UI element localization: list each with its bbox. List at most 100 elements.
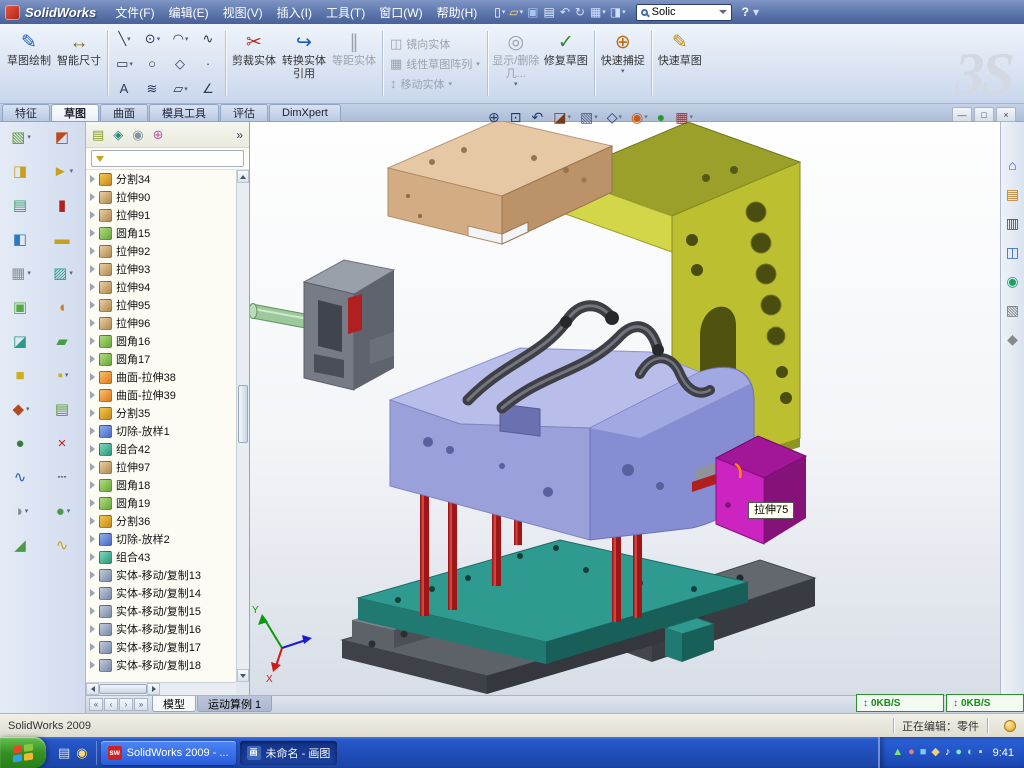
expand-arrow-icon[interactable] bbox=[90, 571, 95, 579]
view-tool-icon[interactable]: ⊕ bbox=[488, 110, 501, 124]
titlebar-tool-icon[interactable]: ↶ bbox=[560, 6, 571, 18]
expand-arrow-icon[interactable] bbox=[90, 499, 95, 507]
tree-manager-tab-icon[interactable]: ⊕ bbox=[153, 128, 164, 141]
minimize-button[interactable]: — bbox=[952, 107, 972, 122]
tab-nav-button[interactable]: ‹ bbox=[104, 698, 118, 711]
expand-arrow-icon[interactable] bbox=[90, 211, 95, 219]
toolbar-button[interactable]: ✎ 草图绘制 bbox=[4, 26, 54, 101]
menu-item[interactable]: 编辑(E) bbox=[162, 0, 216, 24]
quick-launch-icon[interactable]: ▤ bbox=[58, 746, 70, 759]
expand-arrow-icon[interactable] bbox=[90, 355, 95, 363]
toolbar-button[interactable]: ◎ 显示/删除几... ▾ bbox=[491, 26, 541, 101]
expand-arrow-icon[interactable] bbox=[90, 463, 95, 471]
feature-tool-icon[interactable]: ▤ bbox=[13, 198, 29, 213]
model-slide-gray[interactable] bbox=[250, 260, 394, 390]
expand-arrow-icon[interactable] bbox=[90, 301, 95, 309]
expand-arrow-icon[interactable] bbox=[90, 319, 95, 327]
sketch-tool-icon[interactable]: A bbox=[111, 77, 138, 101]
feature-tool-icon[interactable]: ∿ bbox=[14, 470, 29, 485]
toolbar-button[interactable]: ▦ 线性草图阵列 ▾ bbox=[386, 56, 484, 72]
tree-row[interactable]: 实体-移动/复制17 bbox=[86, 638, 236, 656]
net-speed-widget[interactable]: ↕ 0KB/S bbox=[946, 694, 1024, 712]
start-button[interactable] bbox=[0, 737, 46, 768]
task-pane-icon[interactable]: ◆ bbox=[1007, 332, 1018, 346]
tree-manager-tab-icon[interactable]: ◈ bbox=[113, 128, 123, 141]
expand-arrow-icon[interactable] bbox=[90, 535, 95, 543]
ribbon-tab[interactable]: 曲面 bbox=[100, 104, 148, 121]
feature-tool-icon[interactable]: ◪ bbox=[13, 334, 29, 349]
menu-item[interactable]: 帮助(H) bbox=[430, 0, 485, 24]
tree-row[interactable]: 拉伸93 bbox=[86, 260, 236, 278]
sketch-tool-icon[interactable]: ▱ ▾ bbox=[167, 77, 194, 101]
tree-filter-input[interactable] bbox=[91, 150, 244, 167]
titlebar-tool-icon[interactable]: ↻ bbox=[575, 6, 586, 18]
toolbar-button[interactable]: ↕ 移动实体 ▾ bbox=[386, 76, 484, 92]
view-tool-icon[interactable]: ↶ bbox=[531, 110, 544, 124]
taskbar-task-button[interactable]: 画 未命名 - 画图 bbox=[240, 741, 338, 765]
menu-item[interactable]: 文件(F) bbox=[108, 0, 161, 24]
tree-row[interactable]: 分割35 bbox=[86, 404, 236, 422]
expand-arrow-icon[interactable] bbox=[90, 643, 95, 651]
quick-launch-icon[interactable]: ◉ bbox=[76, 746, 87, 759]
menu-item[interactable]: 工具(T) bbox=[319, 0, 372, 24]
search-input[interactable] bbox=[652, 6, 716, 18]
help-icon[interactable]: ▾ bbox=[753, 6, 759, 18]
tree-row[interactable]: 实体-移动/复制13 bbox=[86, 566, 236, 584]
model-insert-magenta[interactable] bbox=[716, 436, 806, 544]
model-core-purple[interactable] bbox=[390, 348, 754, 540]
expand-arrow-icon[interactable] bbox=[90, 373, 95, 381]
close-button[interactable]: × bbox=[996, 107, 1016, 122]
model-top-plate-tan[interactable] bbox=[388, 122, 612, 244]
scrollbar-thumb[interactable] bbox=[238, 385, 248, 443]
tree-row[interactable]: 实体-移动/复制14 bbox=[86, 584, 236, 602]
toolbar-button[interactable]: ✂ 剪裁实体 bbox=[229, 26, 279, 101]
model-view[interactable]: Y X bbox=[250, 122, 1000, 695]
sketch-tool-icon[interactable]: ○ bbox=[139, 52, 166, 76]
ribbon-tab[interactable]: 草图 bbox=[51, 104, 99, 121]
toolbar-button[interactable]: ∥ 等距实体 bbox=[329, 26, 379, 101]
tree-header-overflow-icon[interactable]: » bbox=[236, 128, 243, 142]
expand-arrow-icon[interactable] bbox=[90, 445, 95, 453]
task-pane-icon[interactable]: ▧ bbox=[1006, 303, 1019, 317]
taskbar-task-button[interactable]: sw SolidWorks 2009 - ... bbox=[101, 741, 236, 765]
feature-tool-icon[interactable]: ▨ ▾ bbox=[53, 266, 73, 281]
task-pane-icon[interactable]: ◫ bbox=[1006, 245, 1019, 259]
tray-icon[interactable]: ● bbox=[955, 747, 962, 758]
task-pane-icon[interactable]: ◉ bbox=[1006, 274, 1018, 288]
tree-row[interactable]: 拉伸97 bbox=[86, 458, 236, 476]
tree-row[interactable]: 曲面-拉伸38 bbox=[86, 368, 236, 386]
view-tool-icon[interactable]: ◪ ▾ bbox=[553, 110, 571, 124]
feature-tool-icon[interactable]: ◖ bbox=[57, 300, 68, 315]
sketch-tool-icon[interactable]: ▭ ▾ bbox=[111, 52, 138, 76]
sketch-tool-icon[interactable]: ∠ bbox=[195, 77, 222, 101]
view-tool-icon[interactable]: ◇ ▾ bbox=[607, 110, 622, 124]
menu-item[interactable]: 窗口(W) bbox=[372, 0, 429, 24]
expand-arrow-icon[interactable] bbox=[90, 661, 95, 669]
task-pane-icon[interactable]: ▤ bbox=[1006, 187, 1019, 201]
sketch-tool-icon[interactable]: ◠ ▾ bbox=[167, 27, 194, 51]
task-pane-icon[interactable]: ▥ bbox=[1006, 216, 1019, 230]
feature-tool-icon[interactable]: ■ bbox=[15, 368, 26, 383]
menu-item[interactable]: 视图(V) bbox=[216, 0, 270, 24]
toolbar-button[interactable]: ✎ 快速草图 bbox=[655, 26, 705, 101]
expand-arrow-icon[interactable] bbox=[90, 193, 95, 201]
expand-arrow-icon[interactable] bbox=[90, 517, 95, 525]
tree-row[interactable]: 拉伸94 bbox=[86, 278, 236, 296]
model-tab[interactable]: 模型 bbox=[152, 696, 196, 712]
tray-icon[interactable]: ■ bbox=[920, 747, 927, 758]
expand-arrow-icon[interactable] bbox=[90, 625, 95, 633]
tree-row[interactable]: 切除-放样2 bbox=[86, 530, 236, 548]
tree-row[interactable]: 拉伸91 bbox=[86, 206, 236, 224]
tree-row[interactable]: 实体-移动/复制16 bbox=[86, 620, 236, 638]
tree-row[interactable]: 实体-移动/复制15 bbox=[86, 602, 236, 620]
feature-tool-icon[interactable]: ◆ ▾ bbox=[12, 402, 29, 417]
feature-tool-icon[interactable]: ▦ ▾ bbox=[11, 266, 31, 281]
tree-row[interactable]: 分割36 bbox=[86, 512, 236, 530]
view-tool-icon[interactable]: ● bbox=[657, 110, 666, 124]
tree-manager-tab-icon[interactable]: ◉ bbox=[132, 128, 143, 141]
scrollbar-thumb[interactable] bbox=[99, 684, 147, 694]
expand-arrow-icon[interactable] bbox=[90, 409, 95, 417]
expand-arrow-icon[interactable] bbox=[90, 427, 95, 435]
task-pane-icon[interactable]: ⌂ bbox=[1008, 158, 1016, 172]
feature-tool-icon[interactable]: ◧ bbox=[13, 232, 29, 247]
